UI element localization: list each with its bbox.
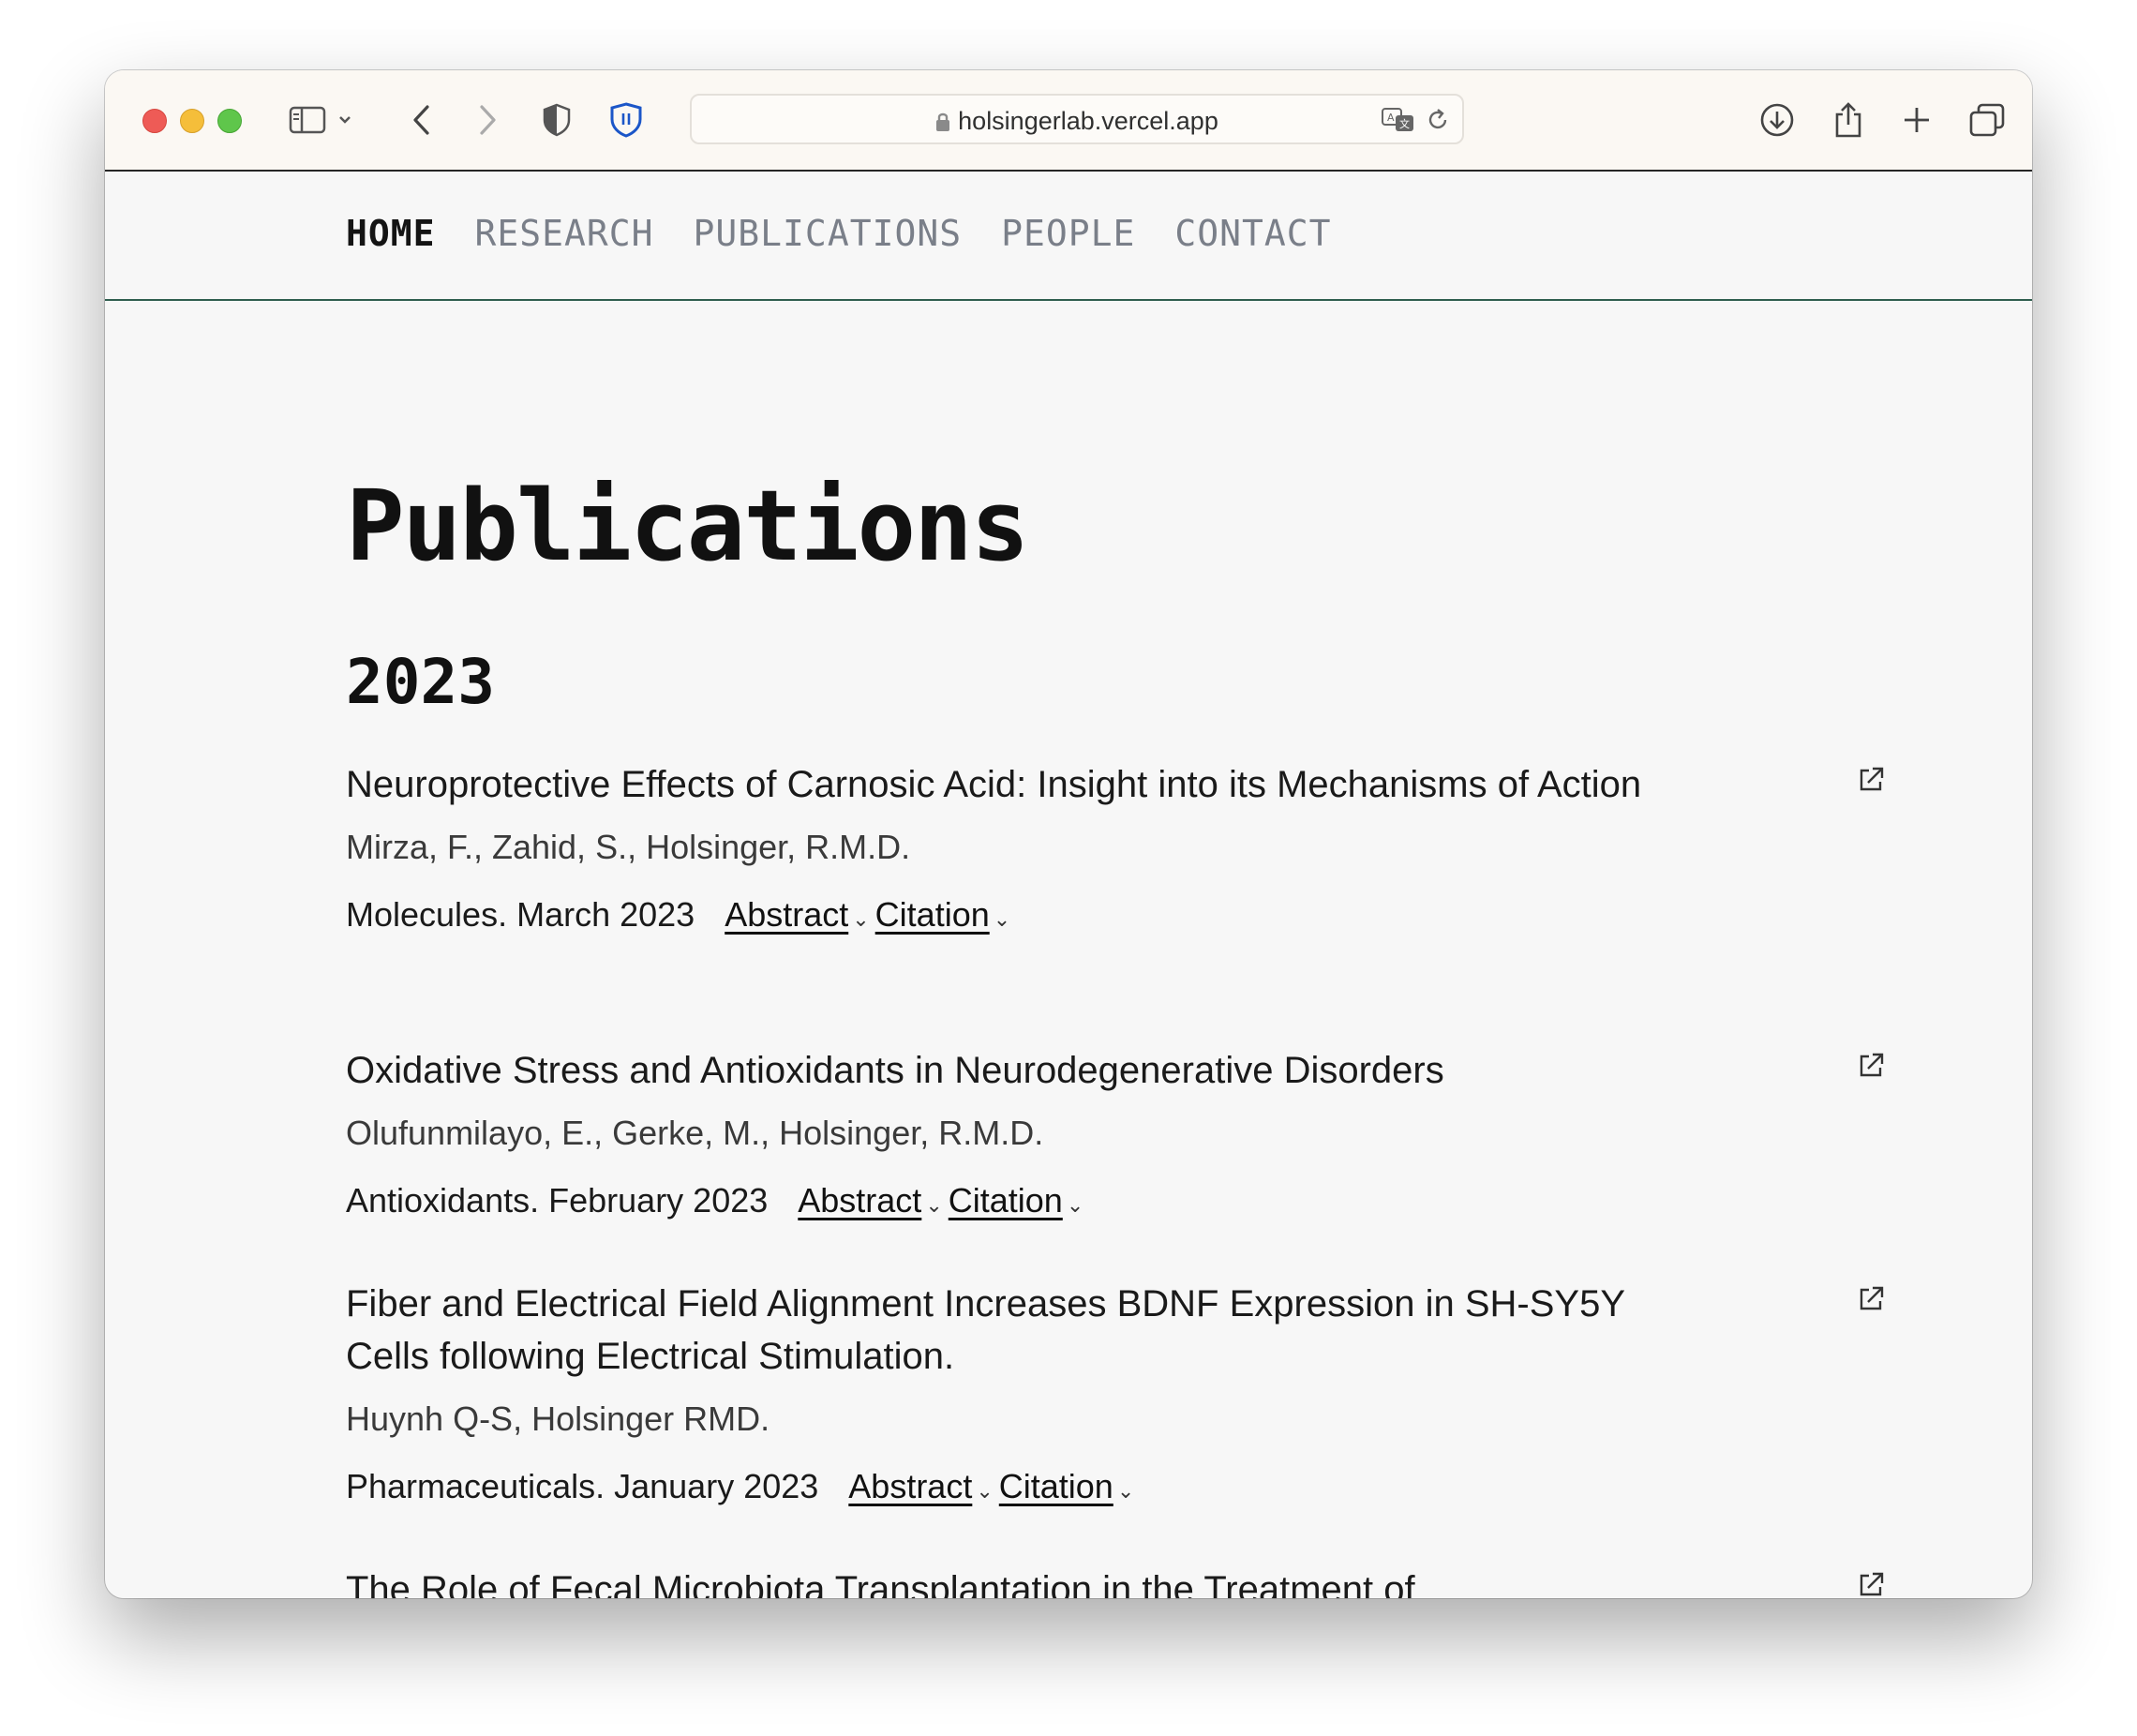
privacy-shield-icon[interactable]: [532, 96, 581, 144]
sidebar-toggle-icon[interactable]: [283, 96, 332, 144]
chevron-down-icon[interactable]: ⌄: [1067, 1182, 1083, 1229]
nav-research[interactable]: RESEARCH: [475, 213, 654, 254]
publication-meta: Antioxidants. February 2023 Abstract ⌄ Ci…: [346, 1177, 1789, 1229]
citation-toggle[interactable]: Citation: [949, 1177, 1063, 1224]
external-link-icon[interactable]: [1857, 1052, 1885, 1084]
translate-icon[interactable]: A文: [1382, 107, 1415, 137]
browser-window: holsingerlab.vercel.app A文 HOME RESEARCH…: [105, 70, 2032, 1598]
publication-meta: Pharmaceuticals. January 2023 Abstract ⌄ …: [346, 1463, 1789, 1515]
nav-links: HOME RESEARCH PUBLICATIONS PEOPLE CONTAC…: [346, 213, 1371, 254]
abstract-toggle[interactable]: Abstract: [725, 891, 848, 938]
publication-venue: Pharmaceuticals. January 2023: [346, 1467, 819, 1505]
site-navigation: HOME RESEARCH PUBLICATIONS PEOPLE CONTAC…: [105, 172, 2032, 301]
share-icon[interactable]: [1824, 96, 1873, 144]
year-heading: 2023: [346, 646, 495, 718]
external-link-icon[interactable]: [1857, 1285, 1885, 1317]
publication-meta: Molecules. March 2023 Abstract ⌄ Citation…: [346, 891, 1789, 943]
chevron-down-icon[interactable]: ⌄: [852, 896, 869, 943]
publication-venue: Molecules. March 2023: [346, 895, 695, 934]
chevron-down-icon[interactable]: ⌄: [925, 1182, 942, 1229]
publication-title[interactable]: The Role of Fecal Microbiota Transplanta…: [346, 1564, 1696, 1598]
chevron-down-icon[interactable]: ⌄: [1117, 1468, 1134, 1515]
url-text: holsingerlab.vercel.app: [958, 107, 1218, 135]
citation-toggle[interactable]: Citation: [999, 1463, 1113, 1510]
nav-home[interactable]: HOME: [346, 213, 436, 254]
reload-icon[interactable]: [1425, 107, 1451, 137]
abstract-toggle[interactable]: Abstract: [848, 1463, 972, 1510]
chevron-down-icon[interactable]: ⌄: [976, 1468, 993, 1515]
svg-text:A: A: [1387, 112, 1395, 124]
svg-text:文: 文: [1399, 117, 1410, 130]
minimize-window-button[interactable]: [180, 109, 204, 133]
chevron-down-icon[interactable]: [334, 96, 356, 144]
browser-toolbar: holsingerlab.vercel.app A文: [105, 70, 2032, 172]
publication-title[interactable]: Oxidative Stress and Antioxidants in Neu…: [346, 1044, 1696, 1097]
publication-venue: Antioxidants. February 2023: [346, 1181, 769, 1220]
publication-item: Fiber and Electrical Field Alignment Inc…: [346, 1278, 1884, 1515]
abstract-toggle[interactable]: Abstract: [798, 1177, 921, 1224]
maximize-window-button[interactable]: [217, 109, 242, 133]
new-tab-plus-icon[interactable]: [1892, 96, 1941, 144]
bitwarden-extension-icon[interactable]: [602, 96, 650, 144]
nav-contact[interactable]: CONTACT: [1174, 213, 1331, 254]
nav-publications[interactable]: PUBLICATIONS: [694, 213, 963, 254]
publication-authors: Olufunmilayo, E., Gerke, M., Holsinger, …: [346, 1114, 1044, 1152]
chevron-down-icon[interactable]: ⌄: [994, 896, 1010, 943]
publication-title[interactable]: Fiber and Electrical Field Alignment Inc…: [346, 1278, 1696, 1383]
external-link-icon[interactable]: [1857, 1571, 1885, 1598]
publication-item: Neuroprotective Effects of Carnosic Acid…: [346, 758, 1884, 943]
forward-arrow-icon[interactable]: [463, 96, 512, 144]
close-window-button[interactable]: [142, 109, 167, 133]
downloads-icon[interactable]: [1753, 96, 1801, 144]
page-title: Publications: [346, 469, 1029, 583]
tab-overview-icon[interactable]: [1963, 96, 2011, 144]
publication-title[interactable]: Neuroprotective Effects of Carnosic Acid…: [346, 758, 1696, 811]
publication-authors: Mirza, F., Zahid, S., Holsinger, R.M.D.: [346, 828, 911, 866]
address-bar[interactable]: holsingerlab.vercel.app A文: [690, 94, 1464, 144]
external-link-icon[interactable]: [1857, 766, 1885, 798]
back-arrow-icon[interactable]: [397, 96, 446, 144]
publication-item: Oxidative Stress and Antioxidants in Neu…: [346, 1044, 1884, 1229]
publication-authors: Huynh Q-S, Holsinger RMD.: [346, 1399, 770, 1438]
publication-item: The Role of Fecal Microbiota Transplanta…: [346, 1564, 1884, 1598]
lock-icon: [935, 110, 950, 139]
citation-toggle[interactable]: Citation: [875, 891, 990, 938]
nav-people[interactable]: PEOPLE: [1001, 213, 1135, 254]
